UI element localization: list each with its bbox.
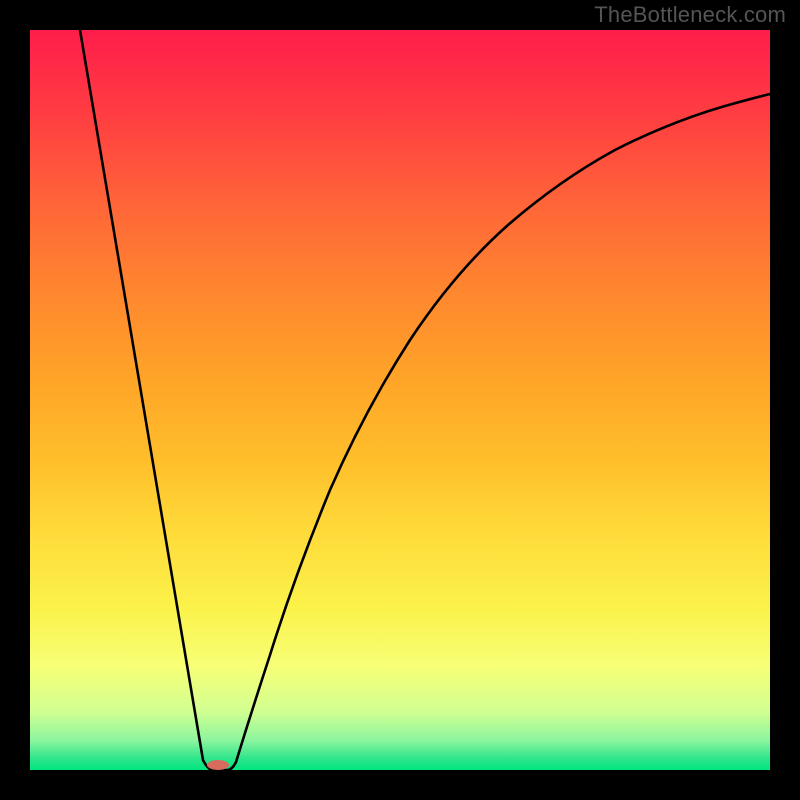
watermark-text: TheBottleneck.com xyxy=(594,2,786,28)
bottleneck-curve-path xyxy=(80,30,770,770)
bottleneck-curve-chart xyxy=(30,30,770,770)
minimum-marker-icon xyxy=(207,760,229,770)
